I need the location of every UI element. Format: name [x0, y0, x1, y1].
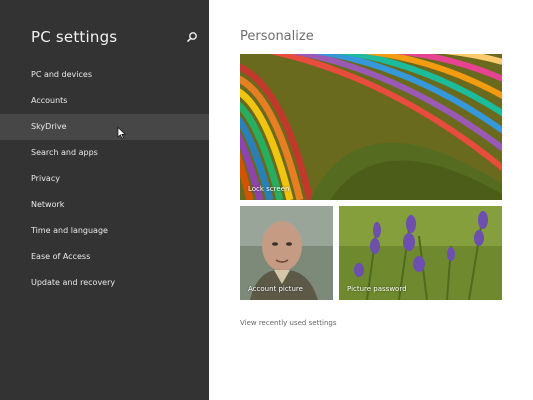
- lock-screen-label: Lock screen: [248, 185, 290, 193]
- sidebar-item-label: Privacy: [31, 174, 60, 183]
- sidebar-item-time-and-language[interactable]: Time and language: [0, 218, 209, 244]
- sidebar-item-accounts[interactable]: Accounts: [0, 88, 209, 114]
- picture-password-tile[interactable]: Picture password: [339, 206, 502, 300]
- sidebar-item-label: Ease of Access: [31, 252, 91, 261]
- mouse-cursor-icon: [117, 127, 126, 139]
- sidebar-item-label: Network: [31, 200, 65, 209]
- lock-screen-image: [240, 54, 502, 200]
- sidebar-item-skydrive[interactable]: SkyDrive: [0, 114, 209, 140]
- page-title: Personalize: [240, 29, 314, 44]
- sidebar-item-network[interactable]: Network: [0, 192, 209, 218]
- sidebar-item-label: Search and apps: [31, 148, 98, 157]
- sidebar-item-label: Accounts: [31, 96, 68, 105]
- sidebar-item-label: SkyDrive: [31, 122, 67, 131]
- sidebar-item-pc-and-devices[interactable]: PC and devices: [0, 62, 209, 88]
- picture-password-label: Picture password: [347, 285, 407, 293]
- sidebar-item-privacy[interactable]: Privacy: [0, 166, 209, 192]
- account-picture-label: Account picture: [248, 285, 303, 293]
- view-recent-settings-link[interactable]: View recently used settings: [240, 319, 337, 327]
- sidebar-item-label: Time and language: [31, 226, 108, 235]
- sidebar-item-label: PC and devices: [31, 70, 92, 79]
- sidebar-item-search-and-apps[interactable]: Search and apps: [0, 140, 209, 166]
- sidebar-item-label: Update and recovery: [31, 278, 116, 287]
- sidebar-item-ease-of-access[interactable]: Ease of Access: [0, 244, 209, 270]
- lock-screen-tile[interactable]: Lock screen: [240, 54, 502, 200]
- search-icon[interactable]: [186, 31, 198, 43]
- sidebar: PC settings PC and devices Accounts SkyD…: [0, 0, 209, 400]
- sidebar-title: PC settings: [31, 28, 118, 46]
- sidebar-item-update-and-recovery[interactable]: Update and recovery: [0, 270, 209, 296]
- account-picture-tile[interactable]: Account picture: [240, 206, 333, 300]
